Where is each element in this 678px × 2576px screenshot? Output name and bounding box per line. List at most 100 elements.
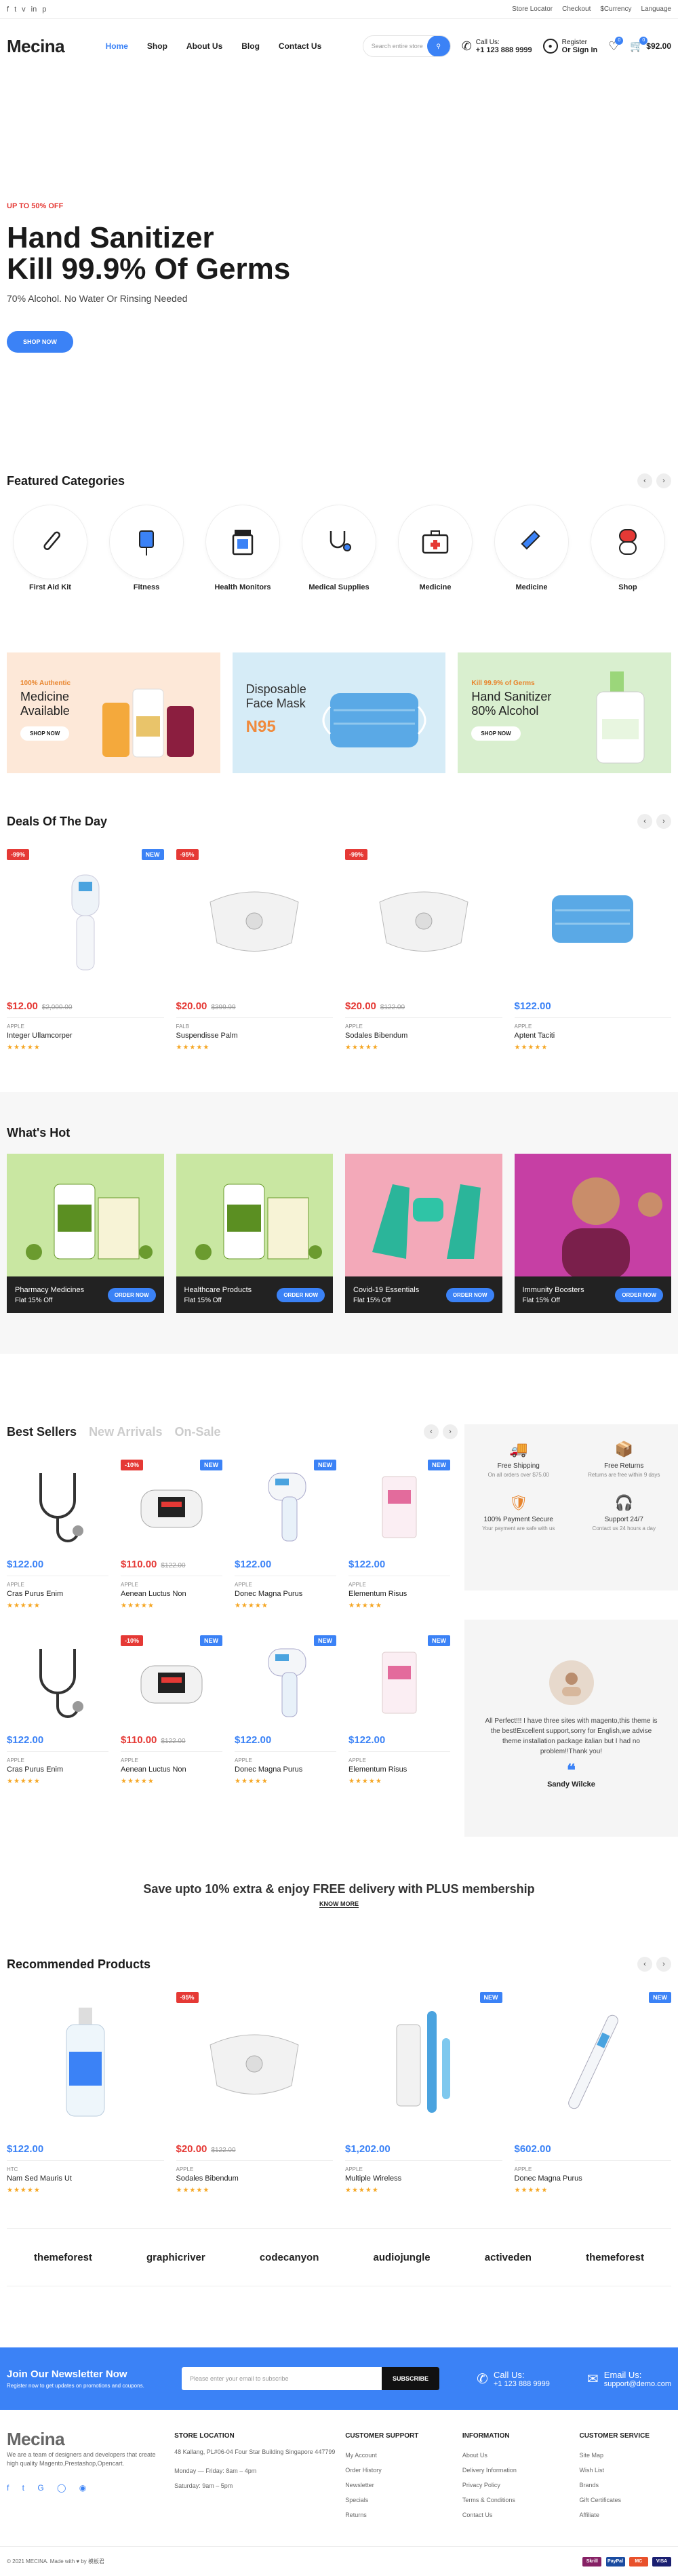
account-block[interactable]: ● Register Or Sign In [542, 39, 597, 54]
order-now-button[interactable]: ORDER NOW [107, 1287, 156, 1302]
order-now-button[interactable]: ORDER NOW [615, 1287, 663, 1302]
product-image[interactable]: -99% NEW [7, 849, 164, 988]
nav-contact[interactable]: Contact Us [279, 41, 321, 51]
hot-card[interactable]: Healthcare Products Flat 15% Off ORDER NOW [176, 1154, 333, 1313]
footer-link[interactable]: Specials [345, 2493, 456, 2507]
product-image[interactable]: -95% [176, 1992, 334, 2131]
product-card[interactable]: $122.00 HTC Nam Sed Mauris Ut ★★★★★ [7, 1992, 164, 2194]
checkout-link[interactable]: Checkout [562, 5, 591, 13]
product-image[interactable]: NEW [235, 1460, 336, 1555]
product-card[interactable]: -99% NEW $12.00 $2,000.00 APPLE Integer Ullam… [7, 849, 164, 1051]
product-name[interactable]: Multiple Wireless [345, 2174, 502, 2183]
footer-link[interactable]: Privacy Policy [462, 2478, 573, 2493]
product-image[interactable]: NEW [235, 1635, 336, 1730]
product-name[interactable]: Elementum Risus [348, 1765, 450, 1774]
currency-dropdown[interactable]: $Currency [600, 5, 631, 13]
product-name[interactable]: Elementum Risus [348, 1590, 450, 1598]
order-now-button[interactable]: ORDER NOW [445, 1287, 494, 1302]
product-card[interactable]: -99% $20.00 $122.00 APPLE Sodales Bibendum ★★… [345, 849, 502, 1051]
footer-link[interactable]: Contact Us [462, 2507, 573, 2522]
product-image[interactable]: NEW [515, 1992, 671, 2131]
prev-arrow-icon[interactable]: ‹ [637, 814, 652, 829]
pinterest-icon[interactable]: p [42, 5, 46, 14]
product-image[interactable] [7, 1635, 108, 1730]
banner-face-mask[interactable]: Disposable Face Mask N95 [232, 652, 446, 773]
footer-link[interactable]: Brands [579, 2478, 671, 2493]
product-card[interactable]: $122.00 APPLE Aptent Taciti ★★★★★ [514, 849, 672, 1051]
product-name[interactable]: Donec Magna Purus [235, 1590, 336, 1598]
product-image[interactable]: -99% [345, 849, 502, 988]
newsletter-email-address[interactable]: support@demo.com [604, 2380, 671, 2388]
brand-logo[interactable]: graphicriver [146, 2252, 205, 2263]
product-card[interactable]: -95% $20.00 $122.00 APPLE Sodales Bibendum ★★… [176, 1992, 334, 2194]
next-arrow-icon[interactable]: › [443, 1424, 458, 1439]
brand-logo[interactable]: audiojungle [373, 2252, 430, 2263]
nav-about[interactable]: About Us [186, 41, 222, 51]
category-medicine-2[interactable]: Medicine [488, 505, 575, 591]
banner-medicine[interactable]: 100% Authentic Medicine Available SHOP N… [7, 652, 220, 773]
product-image[interactable]: -10% NEW [121, 1460, 222, 1555]
vimeo-icon[interactable]: v [22, 5, 26, 14]
twitter-icon[interactable]: t [14, 5, 16, 14]
category-health-monitors[interactable]: Health Monitors [199, 505, 286, 591]
tab-new-arrivals[interactable]: New Arrivals [89, 1425, 162, 1439]
search-input[interactable]: Search entire store ⚲ [362, 35, 451, 57]
next-arrow-icon[interactable]: › [656, 1957, 671, 1972]
nav-blog[interactable]: Blog [241, 41, 260, 51]
product-name[interactable]: Donec Magna Purus [235, 1765, 336, 1774]
category-shop[interactable]: Shop [584, 505, 671, 591]
product-name[interactable]: Sodales Bibendum [345, 1032, 502, 1040]
search-icon[interactable]: ⚲ [426, 36, 450, 56]
footer-link[interactable]: Site Map [579, 2448, 671, 2463]
prev-arrow-icon[interactable]: ‹ [424, 1424, 439, 1439]
product-name[interactable]: Aptent Taciti [515, 1032, 672, 1040]
product-name[interactable]: Cras Purus Enim [7, 1590, 108, 1598]
brand-logo[interactable]: themeforest [586, 2252, 644, 2263]
nav-home[interactable]: Home [106, 41, 128, 51]
footer-link[interactable]: Delivery Information [462, 2463, 573, 2478]
newsletter-phone[interactable]: +1 123 888 9999 [494, 2380, 550, 2388]
product-card[interactable]: NEW $1,202.00 APPLE Multiple Wireless ★★★★★ [345, 1992, 502, 2194]
hot-card[interactable]: Immunity Boosters Flat 15% Off ORDER NOW [514, 1154, 671, 1313]
category-medicine[interactable]: Medicine [392, 505, 479, 591]
wishlist-icon[interactable]: ♡ 0 [608, 36, 624, 54]
language-dropdown[interactable]: Language [641, 5, 672, 13]
header-phone[interactable]: +1 123 888 9999 [476, 46, 532, 54]
site-logo[interactable]: Mecina [7, 36, 65, 57]
product-name[interactable]: Sodales Bibendum [176, 2174, 334, 2183]
product-card[interactable]: -10% NEW $110.00 $122.00 APPLE Aenean Luctus … [121, 1635, 222, 1785]
footer-link[interactable]: Gift Certificates [579, 2493, 671, 2507]
product-card[interactable]: NEW $122.00 APPLE Elementum Risus ★★★★★ [348, 1460, 450, 1609]
tab-best-sellers[interactable]: Best Sellers [7, 1425, 77, 1439]
footer-link[interactable]: About Us [462, 2448, 573, 2463]
brand-logo[interactable]: activeden [485, 2252, 532, 2263]
product-card[interactable]: -95% $20.00 $399.99 FALB Suspendisse Palm ★★★… [176, 849, 334, 1051]
footer-link[interactable]: Returns [345, 2507, 456, 2522]
footer-link[interactable]: Affiliate [579, 2507, 671, 2522]
product-name[interactable]: Aenean Luctus Non [121, 1590, 222, 1598]
subscribe-button[interactable]: SUBSCRIBE [381, 2367, 439, 2390]
footer-link[interactable]: Newsletter [345, 2478, 456, 2493]
footer-link[interactable]: My Account [345, 2448, 456, 2463]
product-name[interactable]: Integer Ullamcorper [7, 1032, 164, 1040]
instagram-icon[interactable]: in [31, 5, 37, 14]
product-name[interactable]: Aenean Luctus Non [121, 1765, 222, 1774]
tab-on-sale[interactable]: On-Sale [174, 1425, 220, 1439]
product-card[interactable]: NEW $122.00 APPLE Donec Magna Purus ★★★★★ [235, 1635, 336, 1785]
newsletter-email-field[interactable]: Please enter your email to subscribe SUBS… [181, 2367, 439, 2390]
product-name[interactable]: Suspendisse Palm [176, 1032, 334, 1040]
store-locator-link[interactable]: Store Locator [512, 5, 553, 13]
banner-shop-now-button[interactable]: SHOP NOW [20, 726, 70, 741]
product-image[interactable] [515, 849, 672, 988]
hero-shop-now-button[interactable]: SHOP NOW [7, 331, 73, 353]
brand-logo[interactable]: codecanyon [260, 2252, 319, 2263]
category-first-aid[interactable]: First Aid Kit [7, 505, 94, 591]
product-card[interactable]: -10% NEW $110.00 $122.00 APPLE Aenean Luctus … [121, 1460, 222, 1609]
banner-shop-now-button[interactable]: SHOP NOW [471, 726, 521, 741]
product-card[interactable]: $122.00 APPLE Cras Purus Enim ★★★★★ [7, 1460, 108, 1609]
product-card[interactable]: $122.00 APPLE Cras Purus Enim ★★★★★ [7, 1635, 108, 1785]
brand-logo[interactable]: themeforest [34, 2252, 92, 2263]
footer-link[interactable]: Order History [345, 2463, 456, 2478]
category-fitness[interactable]: Fitness [103, 505, 190, 591]
hot-card[interactable]: Covid-19 Essentials Flat 15% Off ORDER NOW [345, 1154, 502, 1313]
